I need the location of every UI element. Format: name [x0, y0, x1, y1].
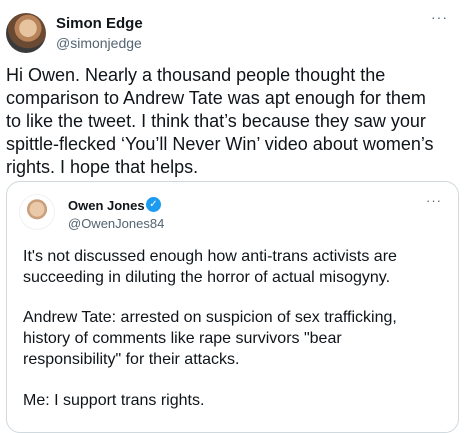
quoted-paragraph-3: Me: I support trans rights.	[23, 390, 453, 411]
author-name[interactable]: Simon Edge	[56, 15, 143, 32]
tweet-text-line: to like the tweet. I think that’s becaus…	[6, 111, 426, 131]
quoted-text-line: history of comments like rape survivors …	[23, 330, 342, 347]
quoted-author-name[interactable]: Owen Jones	[68, 198, 145, 213]
quoted-text-line: Andrew Tate: arrested on suspicion of se…	[23, 309, 397, 326]
more-options-icon[interactable]: ···	[431, 10, 448, 24]
quoted-more-options-icon[interactable]: ···	[426, 194, 442, 207]
quoted-author-avatar[interactable]	[19, 194, 55, 230]
author-avatar[interactable]	[6, 13, 46, 53]
tweet-text-line: Hi Owen. Nearly a thousand people though…	[6, 65, 386, 85]
quoted-text-line: responsibility" for their attacks.	[23, 351, 240, 368]
author-handle[interactable]: @simonjedge	[56, 35, 142, 51]
tweet-text: Hi Owen. Nearly a thousand people though…	[6, 64, 468, 179]
tweet-text-line: comparison to Andrew Tate was apt enough…	[6, 88, 426, 108]
quoted-paragraph-1: It's not discussed enough how anti-trans…	[23, 246, 453, 288]
quoted-text-line: It's not discussed enough how anti-trans…	[23, 248, 397, 265]
tweet-text-line: rights. I hope that helps.	[6, 157, 199, 177]
quoted-text-line: Me: I support trans rights.	[23, 392, 205, 409]
quoted-author-handle[interactable]: @OwenJones84	[68, 216, 164, 231]
verified-badge-icon: ✓	[146, 197, 161, 212]
tweet-card[interactable]: Simon Edge @simonjedge ··· Hi Owen. Near…	[0, 0, 474, 433]
tweet-text-line: spittle-flecked ‘You’ll Never Win’ video…	[6, 134, 434, 154]
quoted-text-line: succeeding in diluting the horror of act…	[23, 269, 391, 286]
quoted-tweet[interactable]: Owen Jones ✓ @OwenJones84 ··· It's not d…	[6, 181, 459, 433]
quoted-paragraph-2: Andrew Tate: arrested on suspicion of se…	[23, 307, 453, 370]
